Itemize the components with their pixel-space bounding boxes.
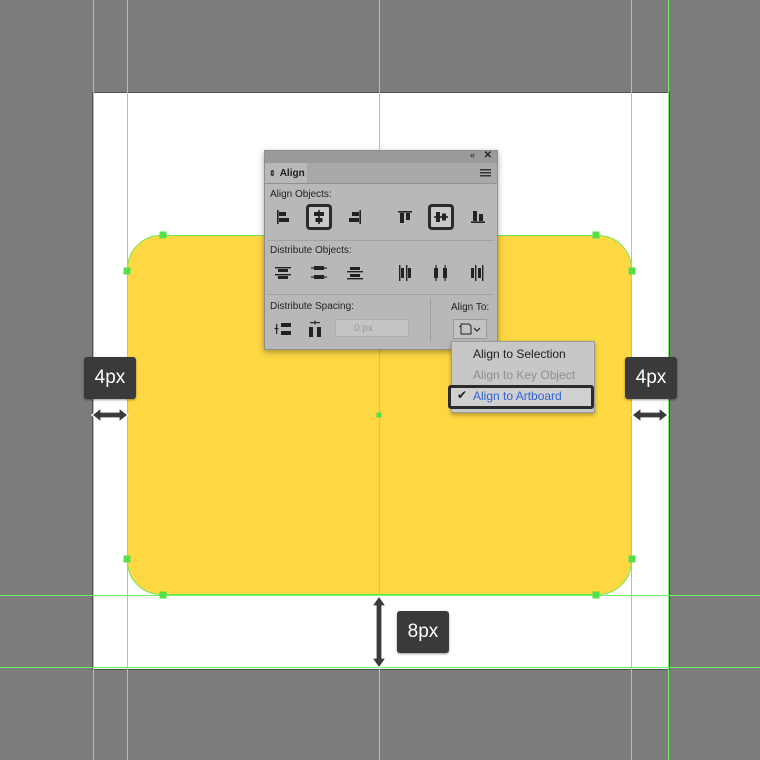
right-gap-tag: 4px <box>625 357 677 399</box>
align-objects-label: Align Objects: <box>270 189 332 200</box>
vertical-align-bottom-icon[interactable] <box>467 206 489 228</box>
vertical-distribute-top-icon[interactable] <box>272 262 294 284</box>
panel-menu-icon[interactable] <box>480 169 491 177</box>
horizontal-distribute-left-icon[interactable] <box>394 262 416 284</box>
anchor-point[interactable] <box>628 267 636 275</box>
distribute-objects-label: Distribute Objects: <box>270 245 352 256</box>
tab-align[interactable]: ⇕ Align <box>265 163 307 183</box>
horizontal-align-center-icon[interactable] <box>306 204 332 230</box>
anchor-point[interactable] <box>123 555 131 563</box>
horizontal-align-right-icon[interactable] <box>344 206 366 228</box>
artboard-align-icon <box>459 323 481 335</box>
horizontal-distribute-right-icon[interactable] <box>466 262 488 284</box>
menu-item-align-to-key-object: Align to Key Object <box>473 368 576 382</box>
vertical-distribute-center-icon[interactable] <box>308 262 330 284</box>
horizontal-distribute-center-icon[interactable] <box>430 262 452 284</box>
panel-tab-bar: ⇕ Align <box>265 163 497 184</box>
spacing-value-input[interactable]: 0 px <box>335 319 409 337</box>
close-panel-icon[interactable]: ✕ <box>484 150 492 161</box>
checkmark-icon: ✔ <box>457 388 468 402</box>
align-to-dropdown[interactable] <box>453 319 487 339</box>
horizontal-distribute-space-icon[interactable] <box>304 318 326 340</box>
collapse-panel-icon[interactable]: « <box>470 150 475 160</box>
menu-item-align-to-selection[interactable]: Align to Selection <box>473 344 566 364</box>
vertical-align-center-icon[interactable] <box>428 204 454 230</box>
tab-align-label: Align <box>279 167 305 179</box>
menu-item-align-to-artboard[interactable]: Align to Artboard <box>473 386 562 406</box>
section-divider <box>268 240 494 241</box>
double-arrow-vertical-icon <box>370 594 388 670</box>
vertical-align-top-icon[interactable] <box>394 206 416 228</box>
center-point <box>376 412 382 418</box>
anchor-point[interactable] <box>159 591 167 599</box>
section-divider <box>430 298 431 342</box>
anchor-point[interactable] <box>592 591 600 599</box>
align-to-menu: Align to Selection Align to Key Object ✔… <box>448 341 595 413</box>
tab-arrows-icon: ⇕ <box>269 168 276 178</box>
anchor-point[interactable] <box>159 231 167 239</box>
double-arrow-horizontal-icon <box>631 406 669 424</box>
section-divider <box>268 294 494 295</box>
vertical-distribute-bottom-icon[interactable] <box>344 262 366 284</box>
anchor-point[interactable] <box>592 231 600 239</box>
horizontal-align-left-icon[interactable] <box>272 206 294 228</box>
anchor-point[interactable] <box>628 555 636 563</box>
vertical-distribute-space-icon[interactable] <box>272 318 294 340</box>
panel-title-bar[interactable]: « ✕ <box>265 150 497 163</box>
anchor-point[interactable] <box>123 267 131 275</box>
distribute-spacing-label: Distribute Spacing: <box>270 301 354 312</box>
align-panel: « ✕ ⇕ Align Align Objects: Distribute Ob… <box>264 150 498 350</box>
left-gap-tag: 4px <box>84 357 136 399</box>
double-arrow-horizontal-icon <box>91 406 129 424</box>
align-to-label: Align To: <box>451 302 490 313</box>
bottom-gap-tag: 8px <box>397 611 449 653</box>
